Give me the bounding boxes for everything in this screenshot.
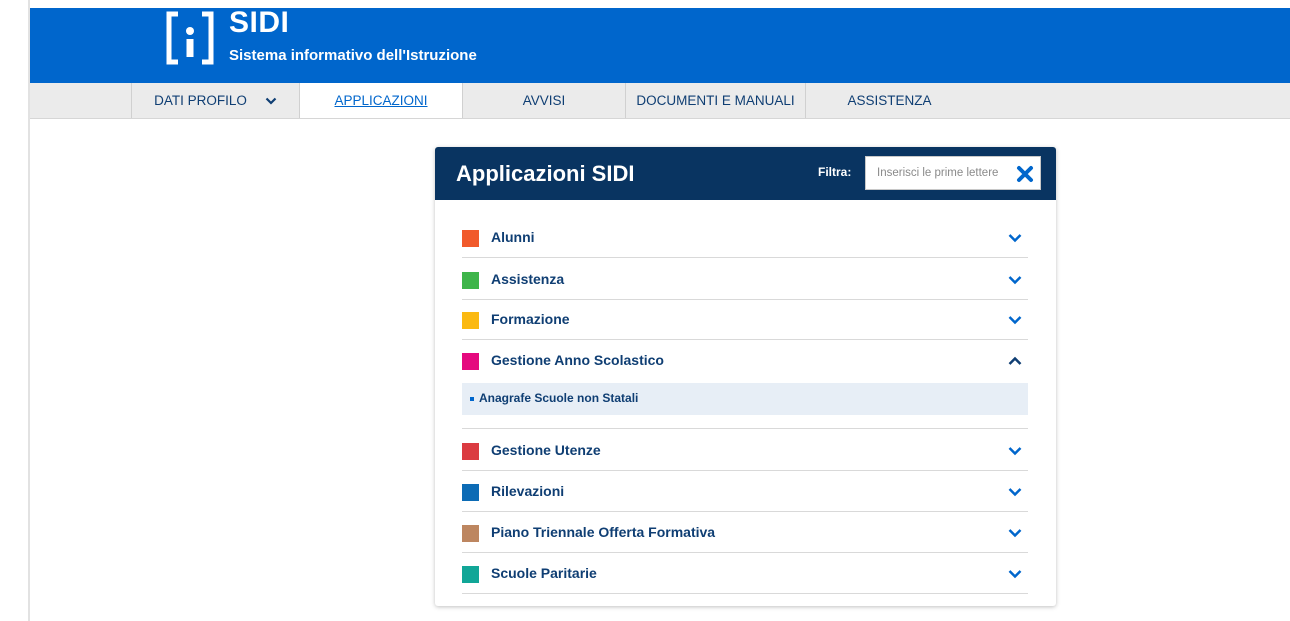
chevron-down-icon[interactable] [1008,528,1022,538]
logo-title[interactable]: SIDI [229,6,289,40]
chevron-down-icon [265,97,277,105]
category-label: Piano Triennale Offerta Formativa [491,524,716,540]
nav-documenti-label: DOCUMENTI E MANUALI [636,93,795,108]
category-assistenza[interactable]: Assistenza [462,260,1028,300]
filter-label: Filtra: [818,165,852,179]
nav-assistenza-label: ASSISTENZA [847,93,932,108]
category-label: Formazione [491,311,570,327]
category-formazione[interactable]: Formazione [462,300,1028,340]
nav-avvisi-label: AVVISI [522,93,566,108]
nav-dati-profilo[interactable]: DATI PROFILO [131,83,299,118]
chevron-down-icon[interactable] [1008,233,1022,243]
category-piano-triennale-offerta-formativa[interactable]: Piano Triennale Offerta Formativa [462,513,1028,553]
logo-subtitle: Sistema informativo dell'Istruzione [229,47,477,64]
chevron-down-icon[interactable] [1008,315,1022,325]
category-gestione-anno-scolastico[interactable]: Gestione Anno Scolastico [462,341,1028,381]
main-nav: DATI PROFILO APPLICAZIONI AVVISI DOCUMEN… [30,83,1290,119]
chevron-down-icon[interactable] [1008,569,1022,579]
filter-box [865,156,1041,190]
category-rilevazioni[interactable]: Rilevazioni [462,472,1028,512]
nav-applicazioni[interactable]: APPLICAZIONI [299,83,462,118]
sub-item-anagrafe-scuole-non-statali[interactable]: Anagrafe Scuole non Statali [462,383,1028,415]
filter-input[interactable] [867,158,1003,188]
close-x-icon[interactable] [1016,165,1034,183]
sidi-logo-icon[interactable] [165,10,215,66]
category-gestione-utenze[interactable]: Gestione Utenze [462,431,1028,471]
category-label: Alunni [491,229,535,245]
chevron-up-icon[interactable] [1008,356,1022,366]
panel-title: Applicazioni SIDI [456,161,635,186]
category-label: Rilevazioni [491,483,565,499]
category-scuole-paritarie[interactable]: Scuole Paritarie [462,554,1028,594]
sub-item-label: Anagrafe Scuole non Statali [479,391,639,405]
nav-avvisi[interactable]: AVVISI [462,83,625,118]
category-color-swatch [462,525,479,542]
panel-header: Applicazioni SIDI Filtra: [435,147,1056,200]
category-color-swatch [462,484,479,501]
bullet-icon [470,397,474,401]
category-label: Assistenza [491,271,565,287]
nav-documenti-e-manuali[interactable]: DOCUMENTI E MANUALI [625,83,805,118]
site-header: SIDI Sistema informativo dell'Istruzione [30,6,1290,83]
applications-panel: Applicazioni SIDI Filtra: Alunni Assiste… [435,147,1056,606]
page: SIDI Sistema informativo dell'Istruzione… [0,0,1290,621]
category-alunni[interactable]: Alunni [462,218,1028,258]
category-color-swatch [462,353,479,370]
category-label: Scuole Paritarie [491,565,597,581]
category-color-swatch [462,443,479,460]
chevron-down-icon[interactable] [1008,446,1022,456]
nav-dati-profilo-label: DATI PROFILO [154,93,247,108]
category-color-swatch [462,272,479,289]
nav-applicazioni-label: APPLICAZIONI [334,93,428,108]
divider [462,428,1028,429]
chevron-down-icon[interactable] [1008,487,1022,497]
category-label: Gestione Anno Scolastico [491,352,664,368]
nav-assistenza[interactable]: ASSISTENZA [805,83,973,118]
category-color-swatch [462,312,479,329]
chevron-down-icon[interactable] [1008,275,1022,285]
category-label: Gestione Utenze [491,442,601,458]
category-color-swatch [462,566,479,583]
category-color-swatch [462,230,479,247]
